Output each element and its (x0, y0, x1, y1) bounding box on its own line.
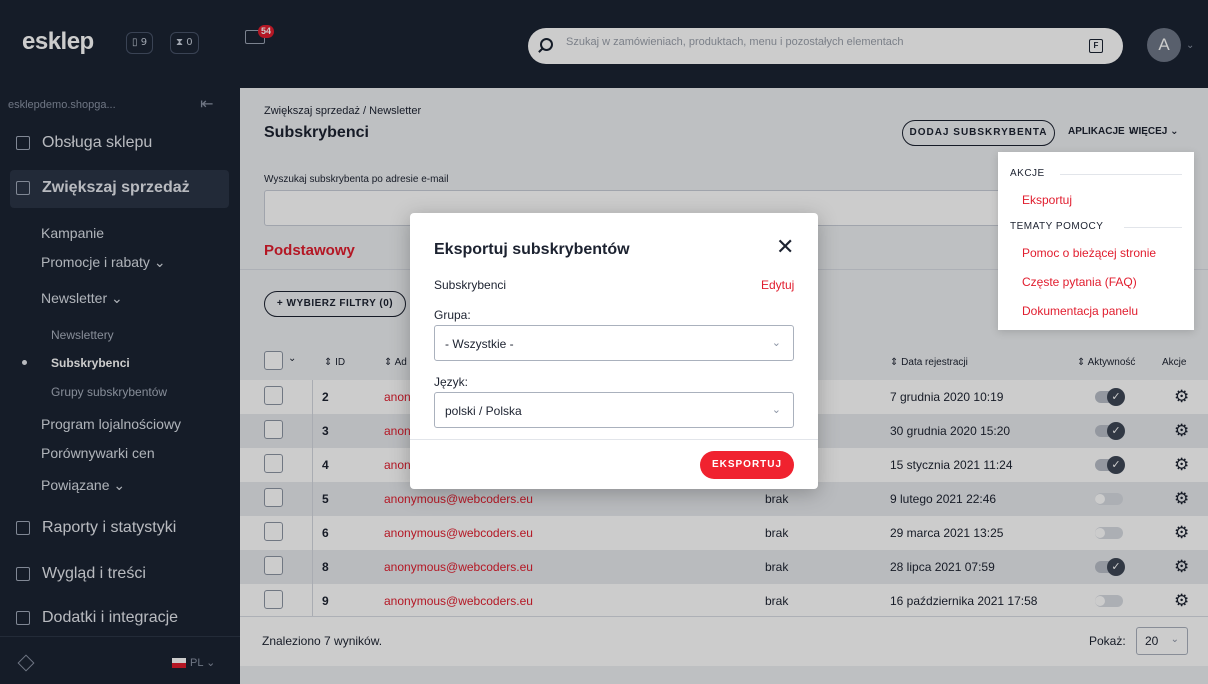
chevron-down-icon: ⌄ (771, 337, 781, 349)
language-select[interactable]: polski / Polska ⌄ (434, 392, 794, 428)
group-select[interactable]: - Wszystkie - ⌄ (434, 325, 794, 361)
more-dropdown: AKCJE Eksportuj TEMATY POMOCY Pomoc o bi… (998, 152, 1194, 330)
export-modal: Eksportuj subskrybentów ✕ Subskrybenci E… (410, 213, 818, 489)
divider (1124, 227, 1182, 228)
divider (1060, 174, 1182, 175)
menu-item-faq[interactable]: Częste pytania (FAQ) (1022, 275, 1137, 289)
export-button[interactable]: EKSPORTUJ (700, 451, 794, 479)
language-label: Język: (434, 375, 469, 389)
subscribers-label: Subskrybenci (434, 278, 507, 292)
modal-title: Eksportuj subskrybentów (434, 241, 630, 258)
menu-item-export[interactable]: Eksportuj (1022, 193, 1072, 207)
edit-link[interactable]: Edytuj (761, 278, 794, 292)
menu-item-docs[interactable]: Dokumentacja panelu (1022, 304, 1138, 318)
chevron-down-icon: ⌄ (771, 404, 781, 416)
menu-item-help-current[interactable]: Pomoc o bieżącej stronie (1022, 246, 1156, 260)
help-heading: TEMATY POMOCY (1010, 221, 1104, 232)
language-value: polski / Polska (445, 404, 522, 418)
close-icon[interactable]: ✕ (776, 235, 794, 260)
group-label: Grupa: (434, 308, 471, 322)
modal-divider (410, 439, 818, 440)
group-value: - Wszystkie - (445, 337, 514, 351)
actions-heading: AKCJE (1010, 168, 1045, 179)
